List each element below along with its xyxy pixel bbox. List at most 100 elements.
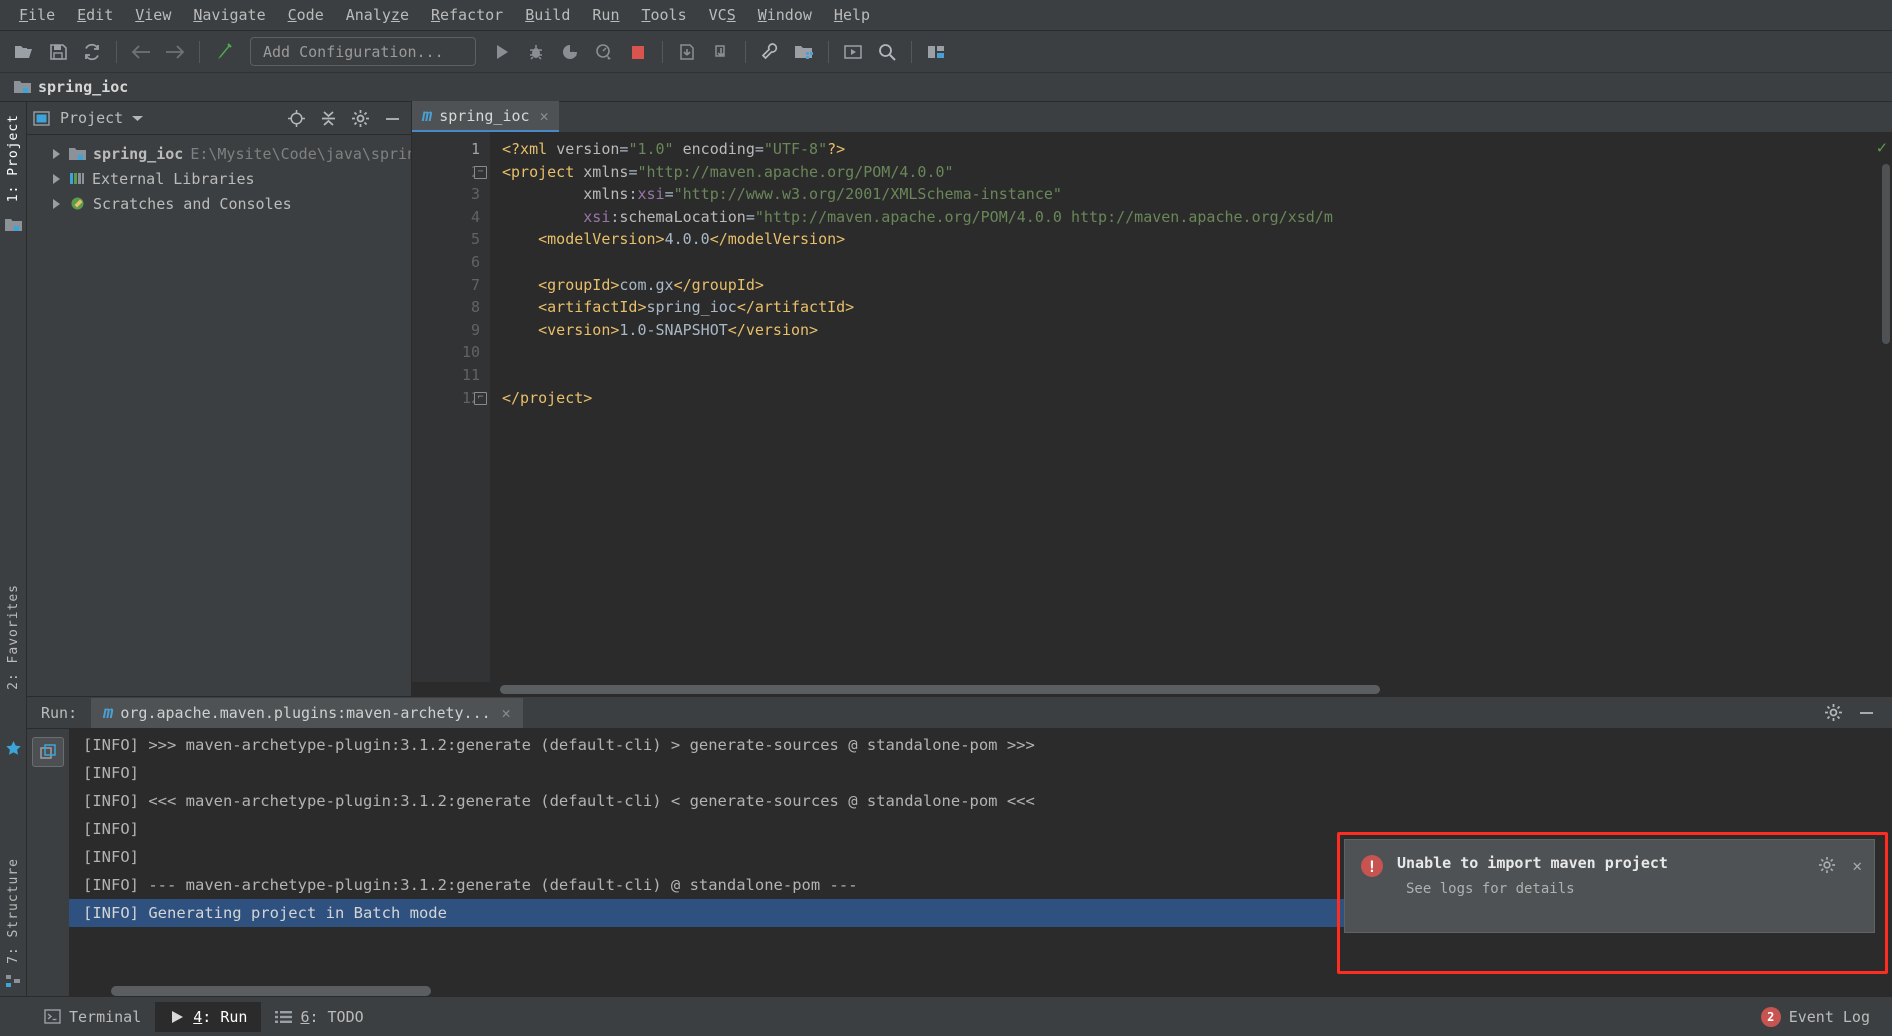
menu-item-refactor[interactable]: Refactor: [420, 3, 514, 27]
toolbar-separator: [911, 40, 912, 63]
navigate-back-icon[interactable]: [125, 37, 157, 67]
console-left-toolbar: [27, 729, 69, 996]
code-token: xsi: [637, 185, 665, 204]
notification-subtitle[interactable]: See logs for details: [1406, 881, 1818, 897]
layout-icon[interactable]: [920, 37, 952, 67]
menu-item-code[interactable]: Code: [277, 3, 335, 27]
search-everywhere-icon[interactable]: [871, 37, 903, 67]
expand-arrow-icon[interactable]: [53, 198, 60, 209]
menu-item-run[interactable]: Run: [581, 3, 630, 27]
collapse-all-icon[interactable]: [315, 106, 341, 130]
project-panel-title[interactable]: Project: [60, 109, 123, 127]
run-icon[interactable]: [486, 37, 518, 67]
code-token: schemaLocation: [619, 207, 746, 226]
tree-node-1[interactable]: External Libraries: [27, 166, 411, 191]
gear-icon[interactable]: [1818, 856, 1836, 874]
close-icon[interactable]: ✕: [540, 107, 549, 125]
presentation-icon[interactable]: [837, 37, 869, 67]
code-fold-toggle-icon[interactable]: ⌐: [474, 391, 487, 405]
minimize-icon[interactable]: [1857, 704, 1876, 721]
breadcrumb-project[interactable]: spring_ioc: [38, 78, 128, 96]
run-with-coverage-icon[interactable]: [554, 37, 586, 67]
minimize-icon[interactable]: [379, 106, 405, 130]
todo-list-icon: [275, 1010, 293, 1024]
toolbar-separator: [745, 40, 746, 63]
code-token: xmlns: [502, 185, 629, 204]
status-bar-item-todo[interactable]: 6: TODO: [261, 1002, 377, 1032]
code-token: <artifactId>: [502, 298, 647, 317]
settings-wrench-icon[interactable]: [754, 37, 786, 67]
debug-icon[interactable]: [520, 37, 552, 67]
menu-item-vcs[interactable]: VCS: [698, 3, 747, 27]
run-icon: [169, 1009, 185, 1025]
profile-icon[interactable]: [588, 37, 620, 67]
run-left-tool-strip: 7: Structure: [0, 696, 27, 996]
structure-icon[interactable]: [5, 974, 21, 988]
code-token: <groupId>: [502, 275, 620, 294]
line-number: 1: [470, 140, 480, 158]
rerun-icon[interactable]: [32, 737, 64, 767]
code-token: </artifactId>: [736, 298, 855, 317]
code-fold-toggle-icon[interactable]: −: [474, 165, 487, 179]
idea-window: File Edit View Navigate Code Analyze Refactor B…: [0, 0, 1892, 1036]
sidebar-item-favorites[interactable]: 2: Favorites: [6, 578, 21, 696]
scroll-from-source-icon[interactable]: [283, 106, 309, 130]
console-horizontal-scrollbar[interactable]: [111, 986, 431, 996]
menu-item-view[interactable]: View: [124, 3, 182, 27]
code-token: xmlns: [574, 162, 629, 181]
status-bar-right: 2 Event Log: [1760, 1006, 1892, 1027]
sidebar-item-project[interactable]: 1: Project: [6, 108, 21, 208]
run-configuration-selector[interactable]: Add Configuration...: [250, 37, 476, 66]
close-icon[interactable]: ✕: [1852, 856, 1862, 875]
update-project-icon[interactable]: [671, 37, 703, 67]
project-structure-icon[interactable]: [788, 37, 820, 67]
event-log-badge: 2: [1760, 1006, 1781, 1027]
tree-node-0[interactable]: spring_ioc E:\Mysite\Code\java\sprin: [27, 141, 411, 166]
gear-icon[interactable]: [347, 106, 373, 130]
editor-tab-spring-ioc[interactable]: m spring_ioc ✕: [412, 101, 559, 132]
stop-icon[interactable]: [622, 37, 654, 67]
expand-arrow-icon[interactable]: [53, 173, 60, 184]
expand-arrow-icon[interactable]: [53, 148, 60, 159]
save-icon[interactable]: [42, 37, 74, 67]
build-hammer-icon[interactable]: [208, 37, 240, 67]
tree-node-label: External Libraries: [92, 169, 255, 188]
gear-icon[interactable]: [1824, 703, 1843, 722]
menu-item-tools[interactable]: Tools: [630, 3, 697, 27]
status-bar: Terminal 4: Run 6: TODO 2 Event Log: [0, 996, 1892, 1036]
sync-icon[interactable]: [76, 37, 108, 67]
line-number: 10: [461, 343, 480, 362]
line-number-gutter: 123456789101112−⌐: [412, 132, 490, 682]
notification-balloon: ! Unable to import maven project See log…: [1344, 839, 1875, 933]
status-bar-item-terminal[interactable]: Terminal: [30, 1002, 155, 1032]
code-token: version: [556, 140, 620, 158]
tree-node-2[interactable]: Scratches and Consoles: [27, 191, 411, 216]
editor-area: m spring_ioc ✕ 123456789101112−⌐ <?xml v…: [412, 101, 1892, 696]
favorites-star-icon[interactable]: [5, 740, 22, 757]
menu-item-analyze[interactable]: Analyze: [335, 3, 420, 27]
menu-item-window[interactable]: Window: [747, 3, 823, 27]
menu-item-navigate[interactable]: Navigate: [182, 3, 276, 27]
navigate-forward-icon[interactable]: [159, 37, 191, 67]
menu-item-edit[interactable]: Edit: [66, 3, 124, 27]
code-line: </project>: [502, 387, 1868, 410]
status-bar-item-run[interactable]: 4: Run: [155, 1001, 262, 1032]
run-tab-maven-archetype[interactable]: m org.apache.maven.plugins:maven-archety…: [91, 697, 523, 728]
close-icon[interactable]: ✕: [502, 704, 511, 722]
menu-item-build[interactable]: Build: [514, 3, 581, 27]
chevron-down-icon[interactable]: [131, 114, 144, 123]
inspection-ok-icon[interactable]: ✓: [1877, 138, 1887, 158]
event-log-button[interactable]: Event Log: [1789, 1008, 1870, 1026]
editor-horizontal-scrollbar[interactable]: [500, 685, 1380, 694]
commit-icon[interactable]: [705, 37, 737, 67]
project-tool-icon[interactable]: [4, 218, 22, 232]
menu-item-help[interactable]: Help: [823, 3, 881, 27]
open-folder-icon[interactable]: [8, 37, 40, 67]
editor-vertical-scrollbar[interactable]: [1882, 164, 1890, 344]
sidebar-item-structure[interactable]: 7: Structure: [6, 852, 21, 970]
code-content[interactable]: <?xml version="1.0" encoding="UTF-8"?> <p…: [490, 132, 1868, 682]
menu-item-file[interactable]: File: [8, 3, 66, 27]
